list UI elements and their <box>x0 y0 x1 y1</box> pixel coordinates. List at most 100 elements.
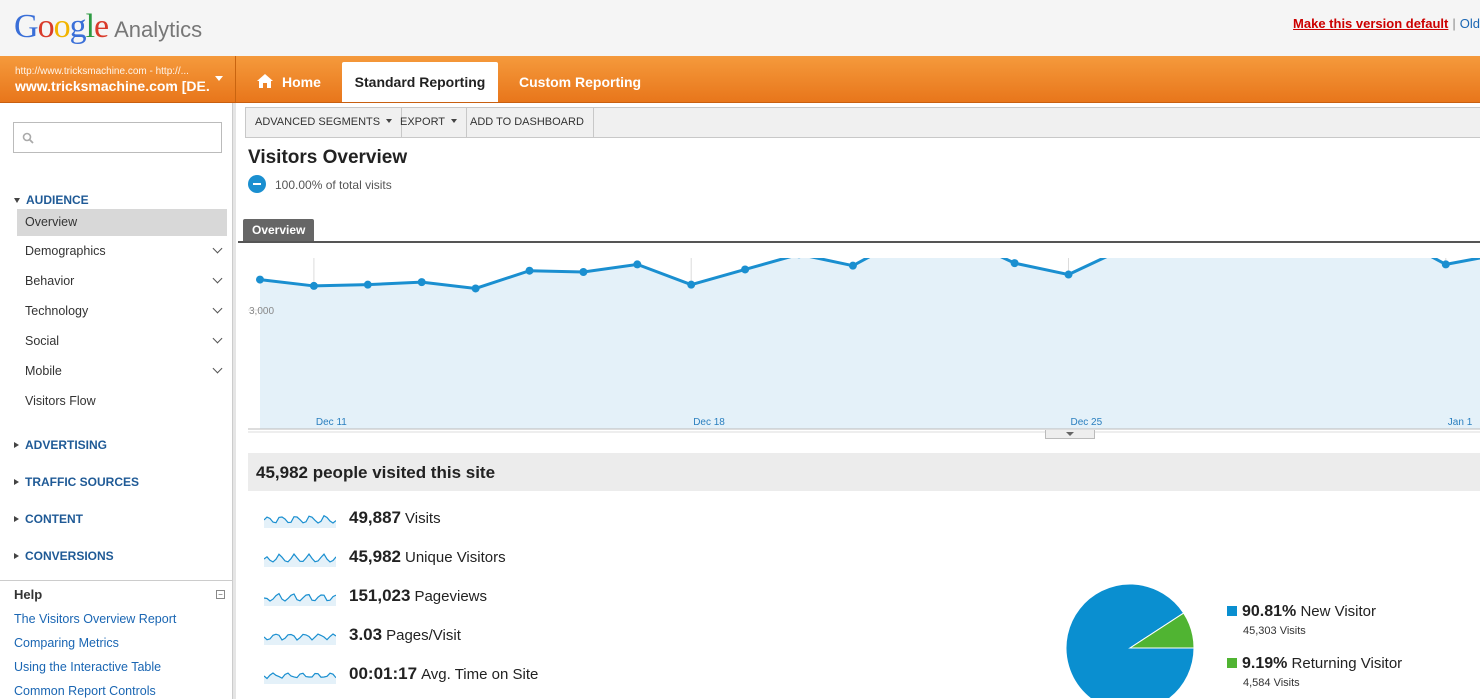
export-button[interactable]: EXPORT <box>391 108 468 137</box>
data-point[interactable] <box>417 278 426 287</box>
page-title: Visitors Overview <box>248 147 408 168</box>
section-label: CONTENT <box>25 512 83 526</box>
x-tick-label: Dec 11 <box>316 417 347 428</box>
data-point[interactable] <box>256 275 264 284</box>
legend-visits: 45,303 Visits <box>1243 625 1306 637</box>
expand-down-icon <box>14 198 20 203</box>
chart-resize-handle[interactable] <box>1045 430 1095 439</box>
data-point[interactable] <box>579 268 588 276</box>
google-analytics-logo[interactable]: Google Analytics <box>14 8 202 48</box>
data-point[interactable] <box>471 284 480 293</box>
chevron-down-icon <box>212 243 223 254</box>
account-url: http://www.tricksmachine.com - http://..… <box>15 66 189 77</box>
legend-swatch <box>1227 658 1237 668</box>
section-content[interactable]: CONTENT <box>14 512 83 526</box>
sidebar-item-label: Behavior <box>25 274 75 288</box>
nav-home-label: Home <box>282 74 321 90</box>
sparkline-icon <box>264 552 336 567</box>
search-icon <box>22 132 34 144</box>
report-area: ADVANCED SEGMENTS EXPORT ADD TO DASHBOAR… <box>238 103 1480 699</box>
expand-right-icon <box>14 479 19 485</box>
tab-overview[interactable]: Overview <box>243 219 315 241</box>
separator: | <box>1452 16 1456 31</box>
data-point[interactable] <box>1010 259 1019 268</box>
help-link[interactable]: Comparing Metrics <box>14 636 119 650</box>
data-point[interactable] <box>363 280 372 289</box>
account-selector[interactable]: http://www.tricksmachine.com - http://..… <box>0 56 236 102</box>
section-conversions[interactable]: CONVERSIONS <box>14 549 114 563</box>
metric-text: 00:01:17 Avg. Time on Site <box>349 664 538 684</box>
data-point[interactable] <box>309 281 318 290</box>
legend-new-visitor: 90.81% New Visitor 45,303 Visits <box>1227 603 1376 637</box>
legend-visits: 4,584 Visits <box>1243 677 1300 689</box>
data-point[interactable] <box>1441 260 1450 269</box>
sidebar-item-label: Visitors Flow <box>25 394 96 408</box>
sidebar-item-overview[interactable]: Overview <box>17 209 227 236</box>
expand-right-icon <box>14 442 19 448</box>
metric-label: Pageviews <box>414 588 487 605</box>
help-link[interactable]: Using the Interactive Table <box>14 660 161 674</box>
sidebar-item-visitors-flow[interactable]: Visitors Flow <box>17 388 227 415</box>
legend-pct: 90.81% <box>1242 603 1297 620</box>
export-label: EXPORT <box>400 116 446 128</box>
metric-value: 3.03 <box>349 625 383 644</box>
section-label: ADVERTISING <box>25 438 108 452</box>
chevron-down-icon <box>212 363 223 374</box>
advanced-segments-label: ADVANCED SEGMENTS <box>255 116 381 128</box>
expand-right-icon <box>14 553 19 559</box>
data-point[interactable] <box>1064 270 1073 279</box>
data-point[interactable] <box>687 280 696 289</box>
old-version-link[interactable]: Old <box>1460 16 1480 31</box>
data-point[interactable] <box>633 260 642 269</box>
data-point[interactable] <box>525 266 534 275</box>
section-audience-label: AUDIENCE <box>26 193 89 207</box>
visits-chart[interactable]: 6,0003,000Dec 11Dec 18Dec 25Jan 1 <box>238 258 1480 433</box>
metric-value: 45,982 <box>349 547 401 566</box>
sidebar-item-behavior[interactable]: Behavior <box>17 268 227 295</box>
sidebar-item-label: Mobile <box>25 364 62 378</box>
section-audience[interactable]: AUDIENCE <box>14 193 89 207</box>
legend-returning-visitor: 9.19% Returning Visitor 4,584 Visits <box>1227 655 1403 689</box>
data-point[interactable] <box>741 265 750 274</box>
chevron-down-icon <box>215 76 223 81</box>
version-links: Make this version default | Old <box>1293 16 1480 31</box>
x-tick-label: Dec 25 <box>1071 417 1103 428</box>
section-traffic-sources[interactable]: TRAFFIC SOURCES <box>14 475 139 489</box>
sidebar: AUDIENCE Overview Demographics Behavior … <box>0 103 236 699</box>
collapse-icon[interactable]: − <box>216 590 225 599</box>
metric-label: Unique Visitors <box>405 549 506 566</box>
sidebar-item-technology[interactable]: Technology <box>17 298 227 325</box>
sidebar-item-demographics[interactable]: Demographics <box>17 238 227 265</box>
nav-home[interactable]: Home <box>256 62 321 102</box>
sidebar-item-label: Social <box>25 334 60 348</box>
help-link[interactable]: The Visitors Overview Report <box>14 612 176 626</box>
sidebar-item-social[interactable]: Social <box>17 328 227 355</box>
segment-icon[interactable] <box>248 175 266 193</box>
sidebar-item-label: Technology <box>25 304 89 318</box>
metric-label: Pages/Visit <box>386 627 461 644</box>
nav-standard-reporting[interactable]: Standard Reporting <box>342 62 498 102</box>
data-point[interactable] <box>848 261 857 270</box>
google-wordmark: Google <box>14 8 109 45</box>
search-input[interactable] <box>13 122 222 153</box>
section-advertising[interactable]: ADVERTISING <box>14 438 107 452</box>
metric-text: 151,023 Pageviews <box>349 586 487 606</box>
legend-label: Returning Visitor <box>1291 655 1403 672</box>
advanced-segments-button[interactable]: ADVANCED SEGMENTS <box>246 108 403 137</box>
sidebar-item-mobile[interactable]: Mobile <box>17 358 227 385</box>
section-label: TRAFFIC SOURCES <box>25 475 139 489</box>
chevron-down-icon <box>212 333 223 344</box>
nav-custom-reporting[interactable]: Custom Reporting <box>519 62 641 102</box>
add-to-dashboard-button[interactable]: ADD TO DASHBOARD <box>461 108 594 137</box>
legend-swatch <box>1227 606 1237 616</box>
metric-text: 49,887 Visits <box>349 508 441 528</box>
visitor-type-pie[interactable] <box>1060 578 1200 698</box>
make-default-link[interactable]: Make this version default <box>1293 16 1448 31</box>
x-tick-label: Dec 18 <box>693 417 725 428</box>
sidebar-divider <box>233 103 236 699</box>
legend-pct: 9.19% <box>1242 655 1288 672</box>
sparkline-icon <box>264 592 336 606</box>
help-link[interactable]: Common Report Controls <box>14 684 156 698</box>
summary-text: 45,982 people visited this site <box>256 463 496 482</box>
metric-value: 49,887 <box>349 508 401 527</box>
